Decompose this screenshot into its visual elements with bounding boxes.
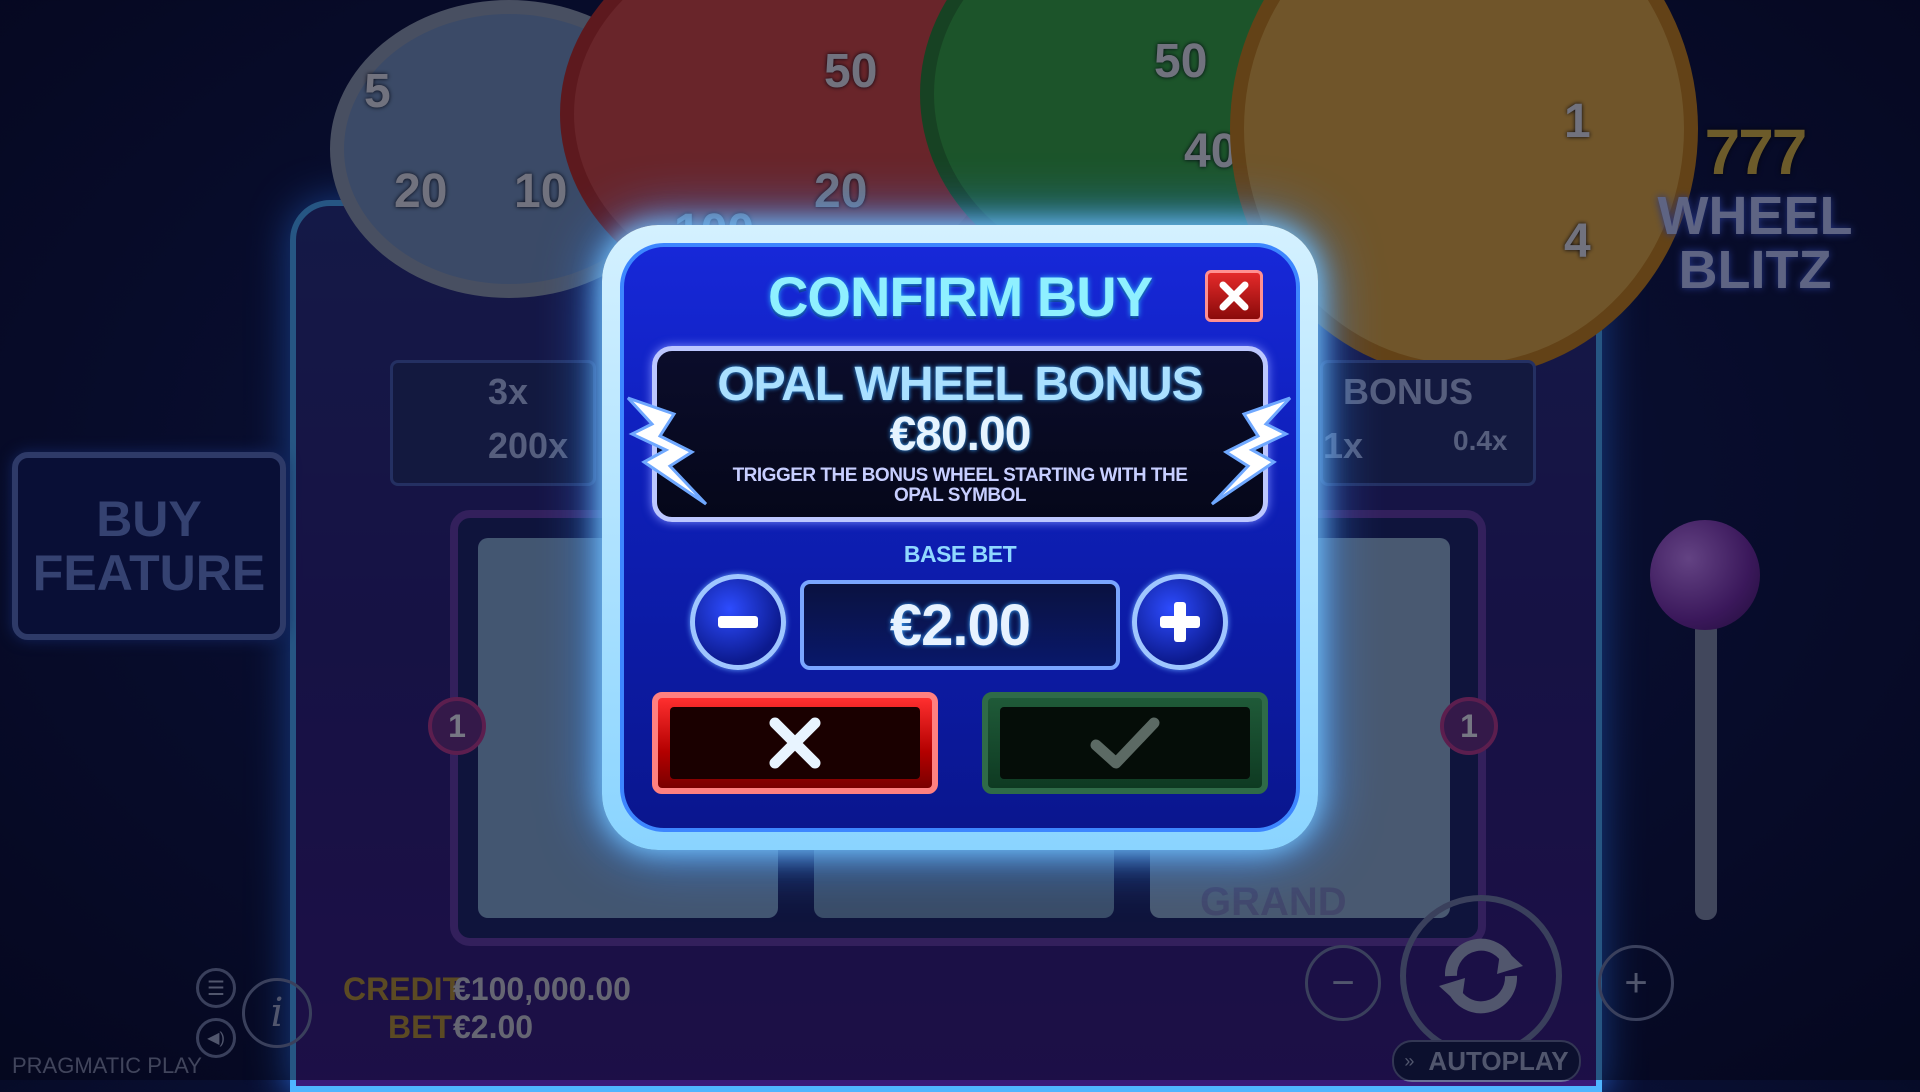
menu-button[interactable]: ☰ — [196, 968, 236, 1008]
autoplay-label: AUTOPLAY — [1428, 1045, 1569, 1076]
lever-knob[interactable] — [1650, 520, 1760, 630]
wheel-value: 1 — [1564, 95, 1591, 148]
wheel-value: 20 — [814, 165, 868, 218]
close-icon — [1219, 281, 1249, 311]
confirm-buy-button[interactable] — [982, 692, 1268, 794]
autoplay-icon: » — [1404, 1050, 1415, 1071]
menu-icon: ☰ — [207, 977, 225, 1000]
confirm-button-face — [1000, 707, 1250, 779]
jackpot-value: 200x — [488, 425, 569, 466]
plus-bet-button[interactable]: + — [1598, 945, 1674, 1021]
spin-icon — [1439, 938, 1523, 1014]
paytable-left: 3x 200x — [390, 360, 596, 486]
cancel-button-face — [670, 707, 920, 779]
checkmark-icon — [1090, 717, 1160, 769]
paytable-value: 1x — [1323, 425, 1364, 466]
sound-button[interactable]: ◀) — [196, 1018, 236, 1058]
bonus-description: TRIGGER THE BONUS WHEEL STARTING WITH TH… — [732, 465, 1188, 506]
paytable-title: BONUS — [1343, 371, 1474, 412]
payline-badge-left: 1 — [428, 697, 486, 755]
payline-badge-right: 1 — [1440, 697, 1498, 755]
base-bet-label: BASE BET — [903, 541, 1017, 567]
sound-icon: ◀) — [207, 1030, 225, 1047]
plus-icon: + — [1624, 960, 1648, 1005]
wheel-value: 5 — [364, 65, 391, 118]
bet-label: BET — [388, 1009, 452, 1045]
logo-blitz: BLITZ — [1678, 240, 1832, 300]
credit-label: CREDIT — [343, 971, 463, 1007]
minus-icon — [718, 616, 758, 628]
game-logo: 777 WHEEL BLITZ — [1630, 115, 1880, 315]
wheel-value: 50 — [824, 45, 878, 98]
decrease-bet-button[interactable] — [690, 574, 786, 670]
buy-feature-button[interactable]: BUY FEATURE — [12, 452, 286, 640]
bonus-name: OPAL WHEEL BONUS — [717, 358, 1203, 411]
spin-button[interactable] — [1400, 895, 1562, 1057]
bet-value: €2.00 — [453, 1009, 534, 1045]
info-button[interactable]: i — [242, 978, 312, 1048]
cancel-x-icon — [769, 717, 821, 769]
logo-777: 777 — [1704, 116, 1808, 188]
info-icon: i — [270, 990, 284, 1036]
close-button[interactable] — [1205, 270, 1263, 322]
credit-value: €100,000.00 — [453, 971, 631, 1007]
logo-wheel: WHEEL — [1657, 186, 1853, 246]
mixed-value: 0.4x — [1453, 425, 1508, 456]
paytable-right: BONUS 1x 0.4x — [1320, 360, 1536, 486]
wheel-value: 4 — [1564, 215, 1591, 268]
wheel-value: 50 — [1154, 35, 1208, 88]
wheel-value: 10 — [514, 165, 568, 218]
grand-label: GRAND — [1200, 880, 1347, 924]
lever-stick — [1695, 620, 1717, 920]
base-bet-value: €2.00 — [800, 580, 1120, 670]
cancel-buy-button[interactable] — [652, 692, 938, 794]
plus-icon — [1160, 602, 1200, 642]
paytable-multiplier: 3x — [488, 371, 529, 412]
provider-label: PRAGMATIC PLAY — [12, 1053, 202, 1078]
autoplay-button[interactable]: » AUTOPLAY — [1392, 1040, 1581, 1082]
bonus-price: €80.00 — [889, 408, 1032, 461]
minus-icon: − — [1331, 960, 1355, 1005]
minus-bet-button[interactable]: − — [1305, 945, 1381, 1021]
increase-bet-button[interactable] — [1132, 574, 1228, 670]
wheel-value: 20 — [394, 165, 448, 218]
